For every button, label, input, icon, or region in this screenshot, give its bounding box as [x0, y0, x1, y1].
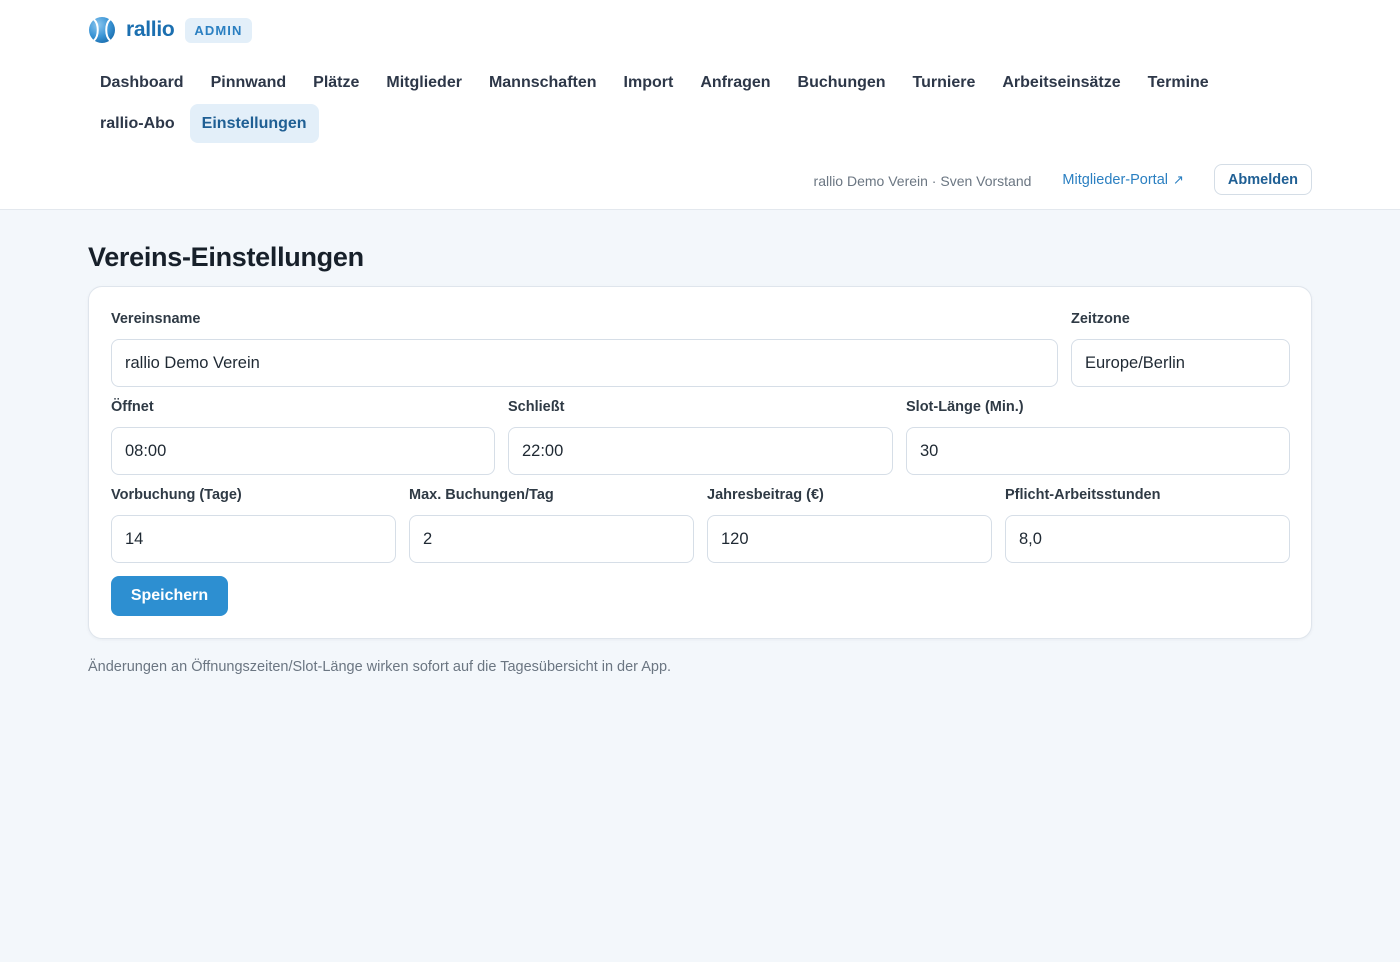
max-bookings-label: Max. Buchungen/Tag — [409, 487, 554, 503]
tennis-ball-icon — [89, 17, 115, 43]
advance-days-field: Vorbuchung (Tage) — [111, 485, 396, 563]
club-name-label: Vereinsname — [111, 311, 201, 327]
save-button[interactable]: Speichern — [111, 576, 228, 616]
nav-item-buchungen[interactable]: Buchungen — [786, 63, 898, 102]
timezone-input[interactable] — [1071, 339, 1290, 387]
opens-label: Öffnet — [111, 399, 154, 415]
work-hours-field: Pflicht-Arbeitsstunden — [1005, 485, 1290, 563]
advance-days-input[interactable] — [111, 515, 396, 563]
user-bar: rallio Demo Verein · Sven Vorstand Mitgl… — [814, 164, 1312, 195]
nav-item-import[interactable]: Import — [612, 63, 686, 102]
logout-button[interactable]: Abmelden — [1213, 164, 1312, 195]
nav-item-pinnwand[interactable]: Pinnwand — [199, 63, 299, 102]
opens-field: Öffnet — [111, 397, 495, 475]
annual-fee-label: Jahresbeitrag (€) — [707, 487, 824, 503]
nav-item-mitglieder[interactable]: Mitglieder — [374, 63, 474, 102]
work-hours-label: Pflicht-Arbeitsstunden — [1005, 487, 1161, 503]
closes-input[interactable] — [508, 427, 893, 475]
slot-length-label: Slot-Länge (Min.) — [906, 399, 1024, 415]
nav-item-turniere[interactable]: Turniere — [901, 63, 988, 102]
timezone-field: Zeitzone — [1071, 309, 1290, 387]
nav-item-termine[interactable]: Termine — [1136, 63, 1221, 102]
timezone-label: Zeitzone — [1071, 311, 1130, 327]
main-nav: Dashboard Pinnwand Plätze Mitglieder Man… — [88, 63, 1318, 143]
slot-length-field: Slot-Länge (Min.) — [906, 397, 1290, 475]
settings-hint: Änderungen an Öffnungszeiten/Slot-Länge … — [88, 659, 672, 675]
nav-item-mannschaften[interactable]: Mannschaften — [477, 63, 609, 102]
admin-badge: ADMIN — [185, 17, 252, 43]
annual-fee-field: Jahresbeitrag (€) — [707, 485, 992, 563]
max-bookings-input[interactable] — [409, 515, 694, 563]
nav-item-arbeitseinsaetze[interactable]: Arbeitseinsätze — [990, 63, 1132, 102]
external-link-icon: ↗ — [1173, 171, 1184, 187]
brand[interactable]: rallio ADMIN — [88, 15, 252, 45]
work-hours-input[interactable] — [1005, 515, 1290, 563]
club-name-input[interactable] — [111, 339, 1058, 387]
brand-name: rallio — [126, 18, 175, 41]
max-bookings-field: Max. Buchungen/Tag — [409, 485, 694, 563]
advance-days-label: Vorbuchung (Tage) — [111, 487, 242, 503]
settings-card: Vereinsname Zeitzone Öffnet Schließt Slo… — [88, 286, 1312, 639]
nav-item-einstellungen[interactable]: Einstellungen — [189, 104, 319, 143]
nav-item-plaetze[interactable]: Plätze — [301, 63, 371, 102]
nav-item-anfragen[interactable]: Anfragen — [688, 63, 782, 102]
slot-length-input[interactable] — [906, 427, 1290, 475]
closes-label: Schließt — [508, 399, 565, 415]
nav-item-dashboard[interactable]: Dashboard — [88, 63, 196, 102]
closes-field: Schließt — [508, 397, 893, 475]
page-title: Vereins-Einstellungen — [88, 242, 364, 272]
club-name-field: Vereinsname — [111, 309, 1058, 387]
nav-item-rallio-abo[interactable]: rallio-Abo — [88, 104, 187, 143]
top-header: rallio ADMIN Dashboard Pinnwand Plätze M… — [0, 0, 1400, 210]
member-portal-link[interactable]: Mitglieder-Portal ↗ — [1062, 172, 1183, 188]
annual-fee-input[interactable] — [707, 515, 992, 563]
opens-input[interactable] — [111, 427, 495, 475]
user-info: rallio Demo Verein · Sven Vorstand — [813, 173, 1032, 189]
member-portal-label: Mitglieder-Portal — [1062, 171, 1168, 188]
